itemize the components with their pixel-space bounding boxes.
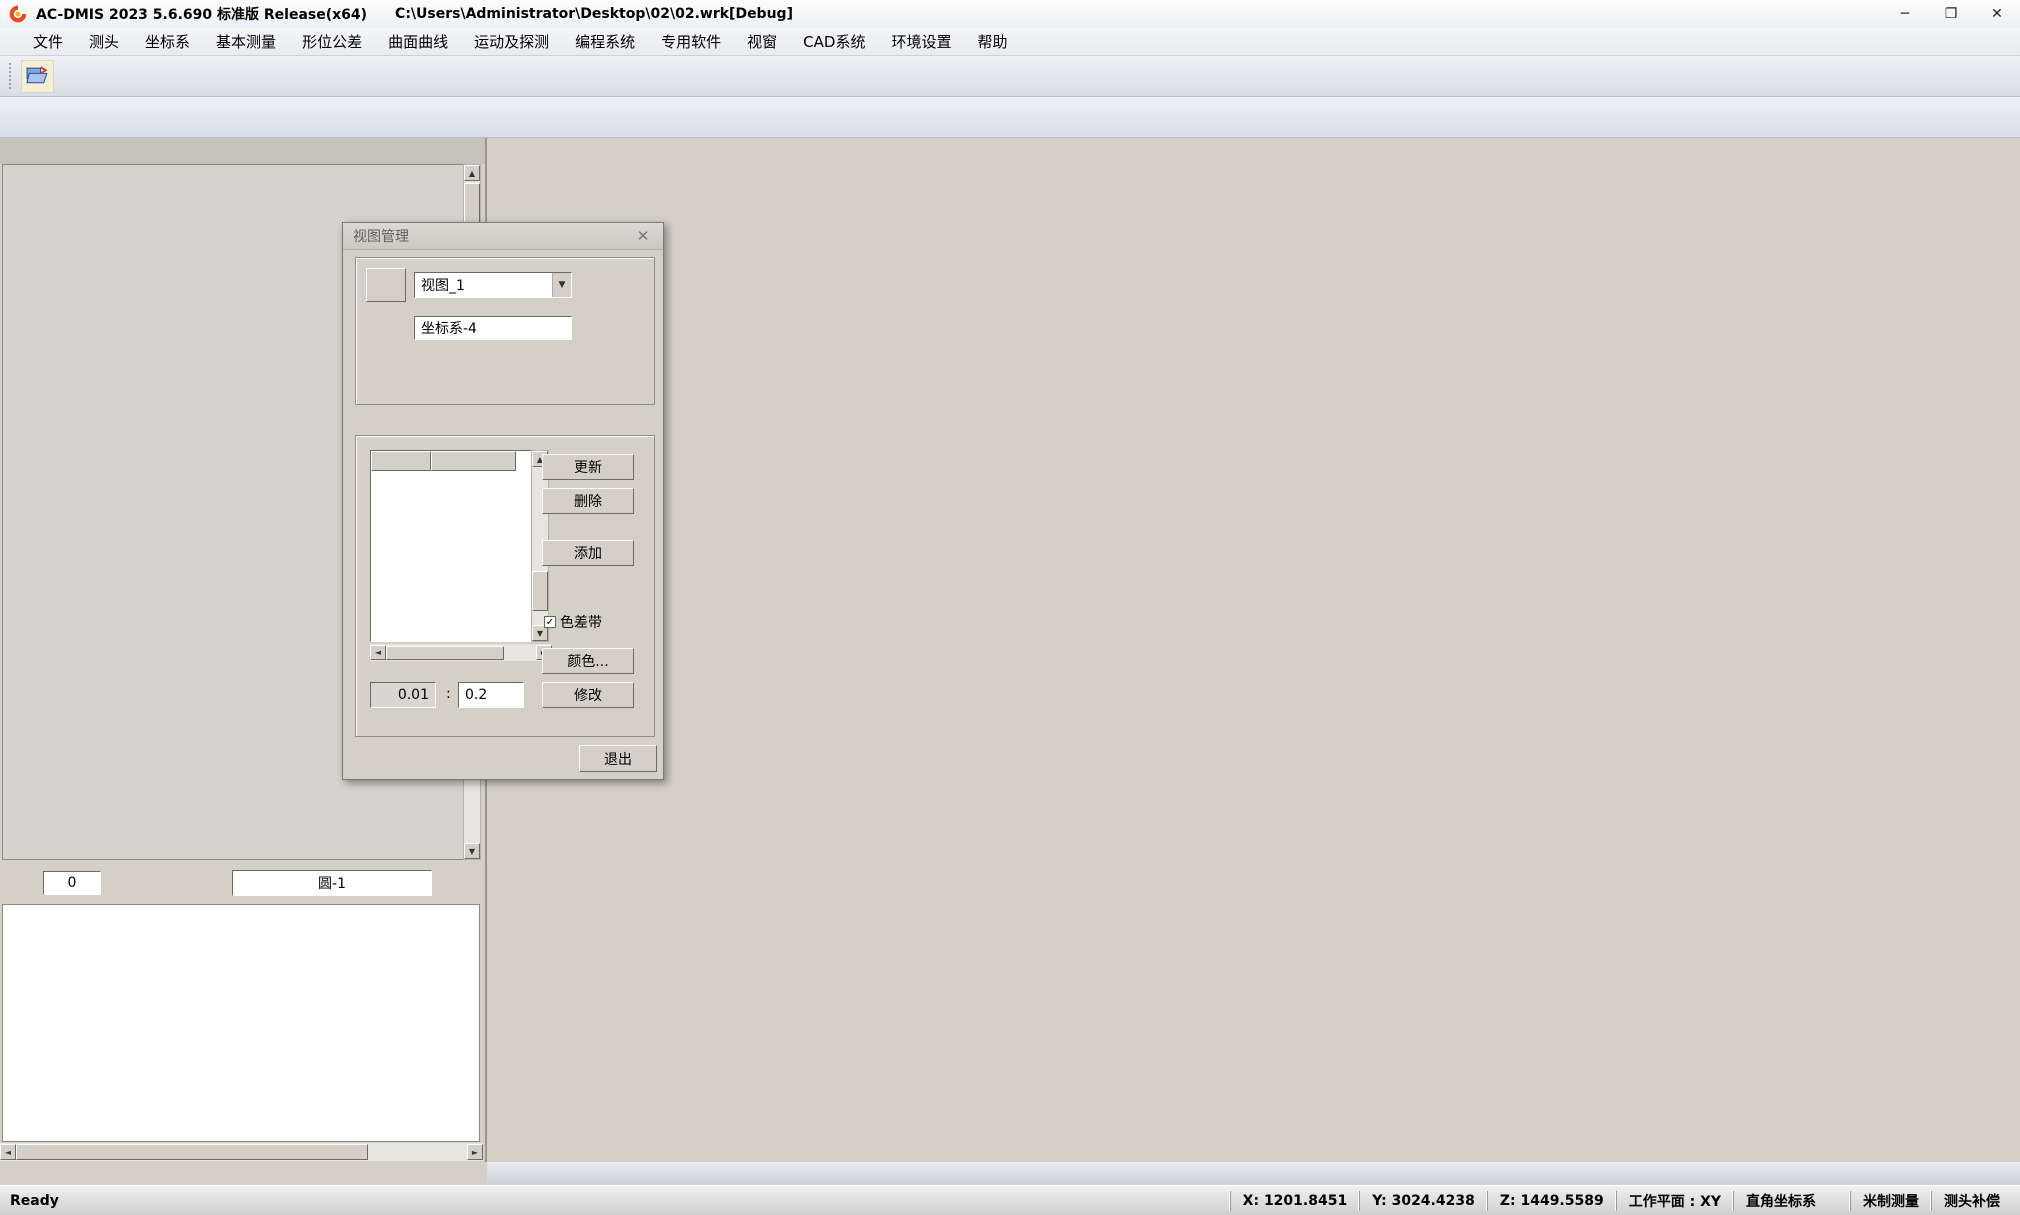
result-toolbar: 0 圆-1 <box>0 864 485 902</box>
menu-item-11[interactable]: 环境设置 <box>878 28 964 55</box>
dialog-close-icon[interactable]: ✕ <box>633 227 653 245</box>
confirm-check-icon[interactable] <box>450 871 475 895</box>
ratio-max-field[interactable]: 0.2 <box>458 682 524 708</box>
result-table <box>2 904 480 1142</box>
view-manager-dialog: 视图管理 ✕ 视图_1 ▼ 坐标系-4 <box>342 222 664 780</box>
app-logo-icon <box>8 4 28 24</box>
dialog-title: 视图管理 <box>353 226 409 246</box>
window-file-path: C:\Users\Administrator\Desktop\02\02.wrk… <box>395 6 793 22</box>
app-window: AC-DMIS 2023 5.6.690 标准版 Release(x64) C:… <box>0 0 2020 1215</box>
circle-display-button[interactable] <box>182 871 212 895</box>
3d-viewport[interactable] <box>487 138 2020 1162</box>
coordinate-field[interactable]: 坐标系-4 <box>414 316 572 340</box>
toolbar1-group-file-tools <box>21 60 55 93</box>
maximize-button[interactable]: ❐ <box>1928 1 1974 28</box>
coordinate-field-value: 坐标系-4 <box>421 318 477 338</box>
toolbar-secondary <box>0 97 2020 138</box>
tolerance-list <box>370 450 534 642</box>
chevron-down-icon[interactable]: ▼ <box>552 273 571 297</box>
ratio-separator: : <box>446 686 451 702</box>
count-field[interactable]: 0 <box>43 871 101 895</box>
eraser-icon[interactable] <box>127 871 152 895</box>
panel-horizontal-scroll[interactable]: ◄ ► <box>0 1143 483 1161</box>
status-y: Y: 3024.4238 <box>1359 1191 1487 1211</box>
feature-name-field[interactable]: 圆-1 <box>232 870 432 896</box>
status-bar: Ready X: 1201.8451 Y: 3024.4238 Z: 1449.… <box>0 1185 2020 1215</box>
scroll-right-icon[interactable]: ► <box>467 1144 483 1160</box>
window-title: AC-DMIS 2023 5.6.690 标准版 Release(x64) <box>36 4 367 24</box>
toolbar-grip <box>9 63 16 89</box>
panel-tabs <box>0 138 485 164</box>
title-bar: AC-DMIS 2023 5.6.690 标准版 Release(x64) C:… <box>0 0 2020 29</box>
status-coordinate-system: 直角坐标系 <box>1733 1191 1828 1211</box>
menu-item-4[interactable]: 形位公差 <box>289 28 375 55</box>
dialog-title-bar[interactable]: 视图管理 ✕ <box>343 223 663 250</box>
menu-item-9[interactable]: 视窗 <box>734 28 790 55</box>
panel-scroll-thumb[interactable] <box>16 1144 368 1160</box>
list-header-tolerance[interactable] <box>431 451 516 471</box>
points-cloud-icon[interactable] <box>6 871 31 895</box>
scroll-left-icon[interactable]: ◄ <box>0 1144 16 1160</box>
toolbar-main <box>0 56 2020 97</box>
add-button[interactable]: 添加 <box>542 540 634 566</box>
close-button[interactable]: ✕ <box>1974 1 2020 28</box>
menu-bar: 文件测头坐标系基本测量形位公差曲面曲线运动及探测编程系统专用软件视窗CAD系统环… <box>0 28 2020 56</box>
status-x: X: 1201.8451 <box>1230 1191 1360 1211</box>
status-ready: Ready <box>0 1193 59 1209</box>
color-band-checkbox[interactable]: ✓ 色差带 <box>544 612 602 632</box>
list-horizontal-scroll[interactable]: ◄ ► <box>370 644 552 661</box>
color-button[interactable]: 颜色... <box>542 648 634 674</box>
update-button[interactable]: 更新 <box>542 454 634 480</box>
list-header-name[interactable] <box>371 451 431 471</box>
status-z: Z: 1449.5589 <box>1487 1191 1616 1211</box>
menu-item-1[interactable]: 测头 <box>76 28 132 55</box>
menu-item-8[interactable]: 专用软件 <box>648 28 734 55</box>
status-work-plane: 工作平面 : XY <box>1616 1191 1733 1211</box>
menu-item-2[interactable]: 坐标系 <box>132 28 203 55</box>
folder-axes-icon[interactable] <box>368 314 393 338</box>
view-group-box: 视图_1 ▼ 坐标系-4 <box>355 257 655 405</box>
menu-item-0[interactable]: 文件 <box>20 28 76 55</box>
viewport-tabs <box>487 1162 2020 1185</box>
menu-item-3[interactable]: 基本测量 <box>203 28 289 55</box>
menu-item-12[interactable]: 帮助 <box>964 28 1020 55</box>
menu-item-6[interactable]: 运动及探测 <box>461 28 562 55</box>
scroll-down-icon[interactable]: ▼ <box>464 843 480 859</box>
delete-button[interactable]: 删除 <box>542 488 634 514</box>
scroll-up-icon[interactable]: ▲ <box>464 165 480 181</box>
color-band-label: 色差带 <box>560 612 602 632</box>
open-workpiece-button[interactable] <box>21 60 54 93</box>
menu-item-5[interactable]: 曲面曲线 <box>375 28 461 55</box>
menu-item-10[interactable]: CAD系统 <box>790 28 878 55</box>
exit-button[interactable]: 退出 <box>579 745 657 772</box>
minimize-button[interactable]: ─ <box>1882 1 1928 28</box>
view-select[interactable]: 视图_1 ▼ <box>414 272 572 298</box>
modify-button[interactable]: 修改 <box>542 682 634 708</box>
checkbox-mark[interactable]: ✓ <box>544 616 556 628</box>
status-probe-comp: 测头补偿 <box>1931 1191 2012 1211</box>
menu-item-7[interactable]: 编程系统 <box>562 28 648 55</box>
deviation-group-box: ▲ ▼ ◄ ► 更新 删除 添加 ✓ 色差带 颜色... 0.01 : 0.2 … <box>355 435 655 737</box>
view-select-value: 视图_1 <box>421 275 465 295</box>
camera-view-button[interactable] <box>366 268 406 302</box>
status-unit: 米制测量 <box>1850 1191 1931 1211</box>
ratio-min-field[interactable]: 0.01 <box>370 682 436 708</box>
